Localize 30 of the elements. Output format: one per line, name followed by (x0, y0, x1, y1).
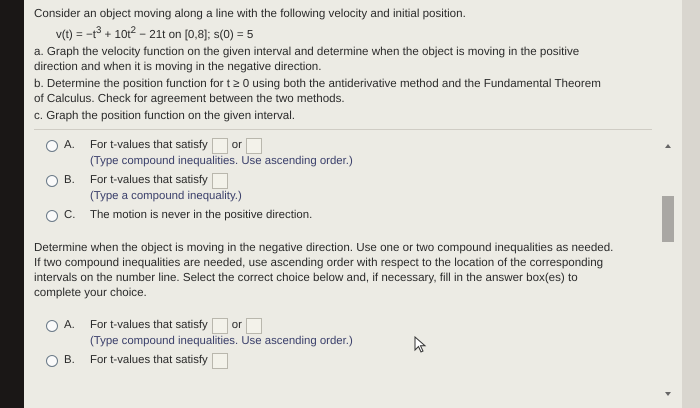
scroll-up-icon[interactable] (665, 144, 671, 148)
scroll-down-icon[interactable] (665, 392, 671, 396)
choice-letter: C. (64, 208, 76, 223)
choice-letter: A. (64, 318, 76, 333)
problem-part: c. Graph the position function on the given interval. (34, 108, 296, 123)
choice-letter: B. (64, 352, 76, 368)
choice-text: For t-values that satisfy (90, 318, 208, 334)
radio-button[interactable] (46, 140, 58, 152)
radio-button[interactable] (46, 174, 58, 187)
equation-text: v(t) = −t$^{3}$ + 10t$^{2}$ − 21t on [0,8]; s(0) = 5 (55, 24, 254, 42)
choice-letter: A. (64, 138, 76, 153)
choice-text: For t-values that satisfy (90, 138, 208, 154)
connector-text: or (232, 138, 242, 154)
mouse-pointer-icon (414, 336, 428, 354)
hint-text: (Type a compound inequality.) (90, 188, 242, 203)
hint-text: (Type compound inequalities. Use ascending order.) (90, 154, 353, 168)
radio-button[interactable] (46, 354, 58, 367)
question-prompt: Determine when the object is moving in the negative direction. Use one or two compound inequalities as needed. If two compound inequalities are needed, use ascending order with respect to the location of the corresponding intervals on the number line. Select the correct choice below and, if necessary, fill in the answer box(es) to complete your choice. (34, 240, 614, 300)
choice-text: For t-values that satisfy (90, 353, 208, 368)
choice-text: The motion is never in the positive direction. (90, 208, 312, 223)
problem-part: a. Graph the velocity function on the given interval and determine when the object is moving in the positive direction and when it is moving in the negative direction. (34, 44, 580, 74)
scrollbar-thumb[interactable] (662, 196, 674, 242)
connector-text: or (232, 318, 242, 334)
radio-button[interactable] (46, 210, 58, 222)
choice-text: For t-values that satisfy (90, 173, 208, 188)
problem-part: b. Determine the position function for t ≥ 0 using both the antiderivative method and the Fundamental Theorem of Calculus. Check for agreement between the two methods. (34, 76, 602, 106)
radio-button[interactable] (46, 320, 58, 332)
problem-intro: Consider an object moving along a line with the following velocity and initial position. (34, 6, 467, 21)
choice-letter: B. (64, 172, 76, 188)
hint-text: (Type compound inequalities. Use ascending order.) (90, 334, 353, 348)
